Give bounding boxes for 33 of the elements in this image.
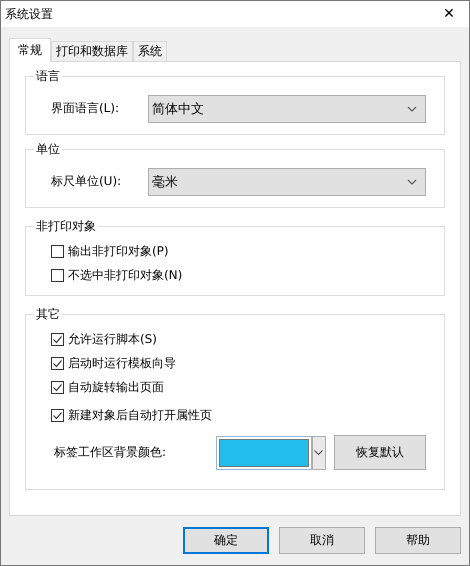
chevron-icon: [314, 450, 324, 455]
checkbox-option[interactable]: 允许运行脚本(S): [51, 327, 426, 351]
tab[interactable]: 打印和数据库: [51, 41, 133, 61]
checkmark-icon: [52, 410, 63, 420]
checkmark-icon: [52, 382, 63, 392]
checkbox-option[interactable]: 自动旋转输出页面: [51, 375, 426, 399]
tab[interactable]: 系统: [133, 41, 167, 61]
field-label: 标尺单位(U):: [51, 173, 122, 190]
checkbox-option[interactable]: 不选中非打印对象(N): [51, 263, 426, 287]
checkbox-option[interactable]: 新建对象后自动打开属性页: [51, 403, 426, 427]
group-title: 非打印对象: [34, 218, 98, 234]
field-label: 标签工作区背景颜色:: [54, 444, 168, 461]
checkmark-icon: [52, 358, 63, 368]
dialog-button[interactable]: 帮助: [375, 527, 461, 554]
reset-button[interactable]: 恢复默认: [334, 435, 426, 470]
chevron-icon: [407, 178, 417, 184]
dialog-button[interactable]: 取消: [279, 527, 365, 554]
language-dropdown[interactable]: 简体中文: [148, 94, 426, 122]
checkmark-icon: [52, 334, 63, 344]
dialog-button[interactable]: 确定: [183, 527, 269, 554]
checkbox-option[interactable]: 输出非打印对象(P): [51, 239, 426, 263]
tab[interactable]: 常规: [9, 38, 51, 62]
dropdown-button[interactable]: [312, 436, 326, 470]
group-title: 其它: [34, 306, 62, 322]
checkbox-option[interactable]: 启动时运行模板向导: [51, 351, 426, 375]
close-button[interactable]: ✕: [429, 1, 469, 27]
group-title: 单位: [34, 141, 62, 157]
unit-dropdown[interactable]: 毫米: [148, 168, 426, 196]
group-title: 语言: [34, 68, 62, 84]
field-label: 界面语言(L):: [51, 100, 120, 117]
window-title: 系统设置: [5, 6, 53, 22]
color-swatch[interactable]: [216, 436, 312, 470]
chevron-icon: [407, 106, 417, 112]
